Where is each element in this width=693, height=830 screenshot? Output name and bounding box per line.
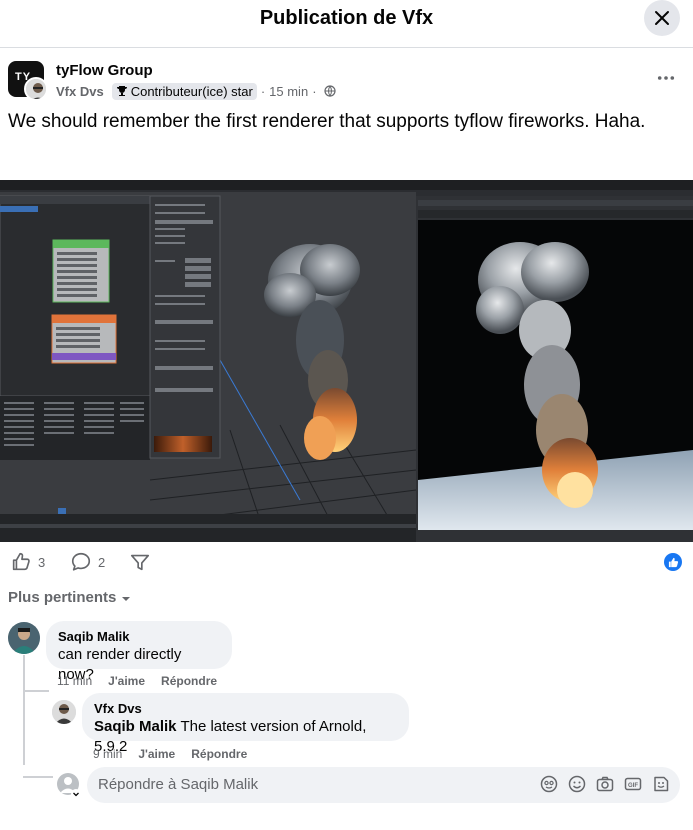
avatar-sticker-icon[interactable]: [540, 775, 558, 793]
reply-time[interactable]: 9 min: [93, 747, 122, 761]
like-reaction-badge[interactable]: [664, 553, 682, 571]
comment-reply-link[interactable]: Répondre: [161, 674, 217, 688]
thread-connector-2: [23, 776, 53, 778]
reply-avatar[interactable]: [52, 700, 76, 724]
like-icon: [12, 552, 30, 571]
dialog-title: Publication de Vfx: [259, 7, 434, 29]
sticker-icon[interactable]: [652, 775, 670, 793]
author-portrait: [26, 79, 46, 99]
reply-meta: 9 min J'aime Répondre: [93, 747, 247, 761]
reply-mention[interactable]: Saqib Malik: [94, 718, 177, 735]
author-avatar[interactable]: [24, 77, 48, 101]
render-screenshot: [0, 180, 693, 542]
comment-bubble: Saqib Malik can render directly now?: [46, 621, 232, 683]
composer-tools: GIF: [540, 775, 670, 793]
post-image[interactable]: [0, 180, 693, 542]
comment-avatar[interactable]: [8, 622, 40, 654]
svg-text:GIF: GIF: [628, 783, 638, 789]
dialog-header: Publication de Vfx: [0, 0, 693, 48]
commenter-portrait: [8, 622, 40, 654]
contributor-badge: Contributeur(ice) star: [111, 82, 257, 100]
comments-count: 2: [98, 554, 106, 570]
comment-author[interactable]: Saqib Malik: [58, 629, 220, 645]
comment-meta: 11 min J'aime Répondre: [57, 674, 217, 688]
thread-connector: [23, 690, 49, 692]
thumbs-up-icon: [668, 557, 678, 567]
reply-bubble: Vfx Dvs Saqib Malik The latest version o…: [82, 693, 409, 755]
reply-placeholder: Répondre à Saqib Malik: [98, 776, 259, 793]
likes-count: 3: [38, 554, 46, 570]
gif-icon[interactable]: GIF: [624, 775, 642, 793]
sort-label: Plus pertinents: [8, 589, 117, 606]
reply-author[interactable]: Vfx Dvs: [94, 701, 397, 717]
more-icon: [657, 76, 675, 80]
replier-portrait: [52, 700, 76, 724]
comment-like-link[interactable]: J'aime: [108, 674, 145, 688]
avatar-chevron-icon[interactable]: [71, 789, 81, 799]
meta-separator-2: ·: [312, 83, 317, 99]
trophy-icon: [116, 86, 127, 96]
comment-sort-dropdown[interactable]: Plus pertinents: [8, 589, 132, 606]
emoji-icon[interactable]: [568, 775, 586, 793]
comment-action[interactable]: 2: [70, 551, 105, 573]
reply-input[interactable]: Répondre à Saqib Malik GIF: [87, 767, 680, 803]
post-meta: Vfx Dvs Contributeur(ice) star · 15 min …: [56, 81, 336, 101]
comment-time[interactable]: 11 min: [57, 674, 92, 688]
close-icon: [655, 11, 669, 25]
share-icon: [130, 554, 150, 571]
thread-line: [23, 655, 25, 765]
chevron-down-icon: [122, 597, 131, 601]
post-text: We should remember the first renderer th…: [8, 111, 646, 132]
group-name[interactable]: tyFlow Group: [56, 62, 153, 79]
meta-separator: ·: [260, 83, 266, 99]
globe-icon: [323, 85, 336, 97]
more-options-button[interactable]: [654, 66, 678, 90]
share-action[interactable]: [129, 551, 151, 573]
reply-like-link[interactable]: J'aime: [138, 747, 175, 761]
badge-label: Contributeur(ice) star: [130, 83, 253, 99]
close-button[interactable]: [644, 0, 680, 36]
camera-icon[interactable]: [596, 775, 614, 793]
like-action[interactable]: 3: [10, 551, 45, 573]
post-time[interactable]: 15 min: [269, 84, 308, 99]
post-author[interactable]: Vfx Dvs: [56, 84, 104, 99]
reply-reply-link[interactable]: Répondre: [191, 747, 247, 761]
comment-icon: [71, 552, 91, 571]
